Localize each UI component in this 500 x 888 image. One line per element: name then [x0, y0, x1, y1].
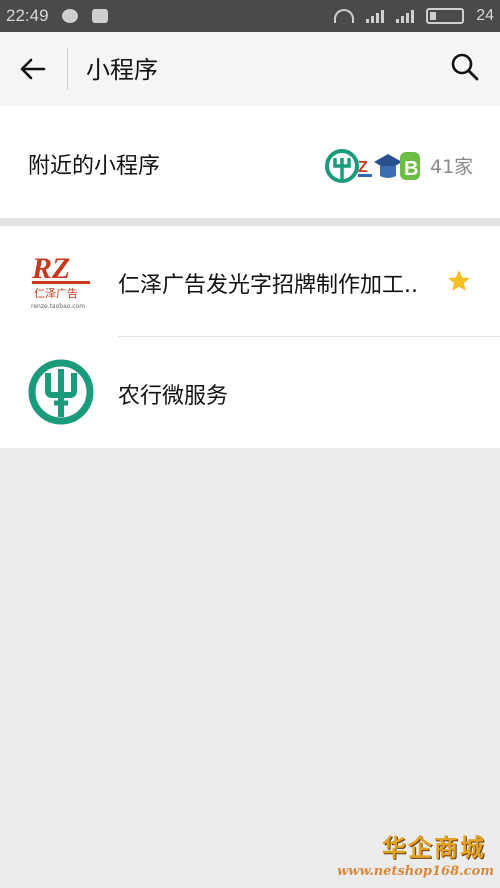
- svg-text:B: B: [404, 158, 418, 180]
- notification-icon: [62, 9, 78, 23]
- watermark-brand: 华企商城: [382, 833, 486, 862]
- wifi-icon: [334, 9, 355, 23]
- search-icon[interactable]: [448, 50, 482, 84]
- battery-icon: [426, 8, 465, 24]
- list-item-label: 农行微服务: [118, 384, 229, 409]
- list-item-abc-bank[interactable]: 农行微服务: [0, 337, 500, 447]
- renze-logo-url: renze.taobao.com: [31, 303, 85, 310]
- list-item-renze[interactable]: RZ 仁泽广告 renze.taobao.com 仁泽广告发光字招牌制作加工..: [0, 226, 500, 337]
- status-time: 22:49: [6, 6, 49, 25]
- renze-logo-sub: 仁泽广告: [34, 287, 78, 300]
- nav-bar: 小程序: [0, 32, 500, 106]
- list-item-label: 仁泽广告发光字招牌制作加工..: [118, 273, 418, 298]
- renze-mini-icon: Z: [358, 159, 372, 177]
- svg-text:Z: Z: [358, 159, 368, 176]
- renze-logo-text: RZ: [31, 252, 70, 285]
- arrow-left-icon[interactable]: [16, 52, 50, 86]
- nearby-label: 附近的小程序: [28, 154, 161, 179]
- status-indicators: 24: [334, 7, 494, 25]
- nearby-logos: Z B: [325, 149, 420, 183]
- section-gap: [0, 218, 500, 226]
- star-icon: [448, 270, 470, 291]
- message-icon: [92, 9, 108, 23]
- nearby-count: 41家: [430, 156, 474, 178]
- nav-divider: [67, 48, 68, 90]
- page-title: 小程序: [86, 56, 158, 84]
- abc-bank-mini-icon: [325, 149, 359, 183]
- watermark: 华企商城 www.netshop168.com: [337, 828, 500, 888]
- status-bar: 22:49 24: [0, 0, 500, 32]
- signal-icon-2: [396, 9, 415, 23]
- nearby-mini-programs-row[interactable]: 附近的小程序 Z B 41家: [0, 106, 500, 218]
- mortarboard-mini-icon: [374, 154, 402, 178]
- mini-program-list: RZ 仁泽广告 renze.taobao.com 仁泽广告发光字招牌制作加工..…: [0, 226, 500, 448]
- signal-icon: [366, 9, 385, 23]
- watermark-url: www.netshop168.com: [336, 864, 494, 879]
- green-b-mini-icon: B: [400, 152, 420, 180]
- abc-bank-logo-icon: [28, 359, 94, 425]
- renze-logo-icon: RZ 仁泽广告 renze.taobao.com: [28, 248, 94, 314]
- battery-level: 24: [476, 7, 494, 24]
